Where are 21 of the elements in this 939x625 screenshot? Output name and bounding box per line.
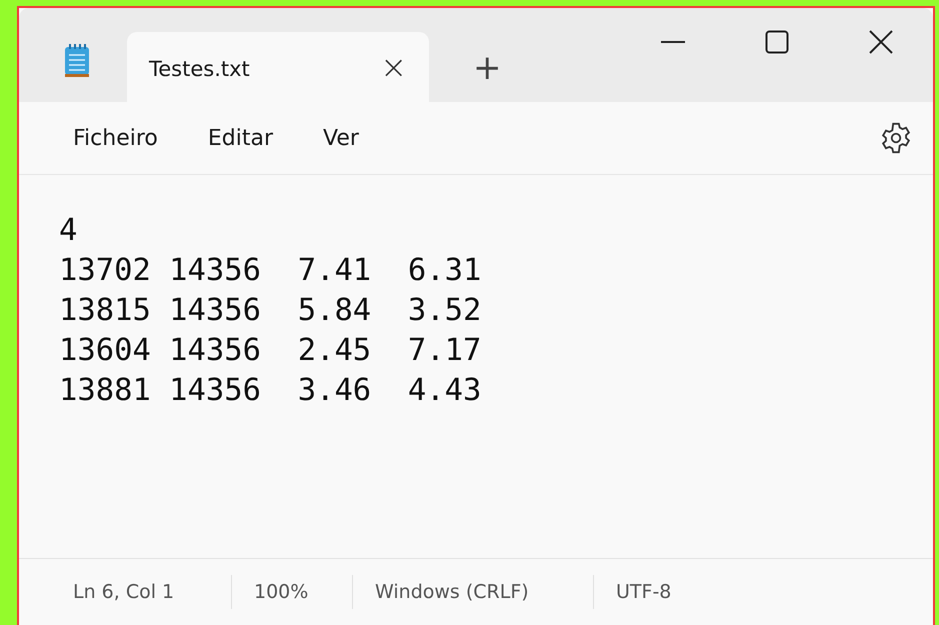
text-line: 13815 14356 5.84 3.52 xyxy=(59,292,482,330)
notepad-icon xyxy=(63,44,91,78)
menu-item[interactable]: Editar xyxy=(190,120,292,156)
text-line: 4 xyxy=(59,212,78,250)
close-tab-button[interactable]: × xyxy=(380,48,407,86)
status-text: Windows (CRLF) xyxy=(374,581,530,603)
new-tab-button[interactable]: + xyxy=(465,48,510,88)
status-text: 100% xyxy=(253,581,310,603)
status-text: Ln 6, Col 1 xyxy=(72,581,176,603)
minimize-icon xyxy=(661,40,685,44)
status-text: UTF-8 xyxy=(615,581,672,603)
tab[interactable]: Testes.txt × xyxy=(127,32,429,102)
text-line: 13604 14356 2.45 7.17 xyxy=(59,332,482,370)
text-editor[interactable]: 4 13702 14356 7.41 6.31 13815 14356 5.84 3.52 13604 14356 2.45 7.17 13881 14356 3.46 4.43 xyxy=(19,175,933,558)
menu-item[interactable]: Ficheiro xyxy=(55,120,176,156)
menu-item[interactable]: Ver xyxy=(305,120,377,156)
settings-icon[interactable] xyxy=(879,121,913,155)
text-line: 13702 14356 7.41 6.31 xyxy=(59,252,482,290)
text-line: 13881 14356 3.46 4.43 xyxy=(59,372,482,410)
close-icon xyxy=(869,30,893,54)
maximize-icon xyxy=(765,30,789,54)
